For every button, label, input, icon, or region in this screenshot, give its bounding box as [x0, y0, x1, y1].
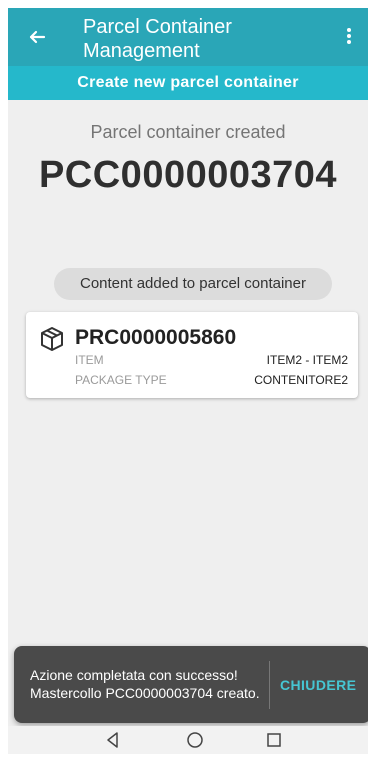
- back-button[interactable]: [26, 26, 48, 48]
- more-vertical-icon[interactable]: [342, 26, 356, 48]
- parcel-code: PRC0000005860: [75, 326, 237, 349]
- triangle-back-icon[interactable]: [104, 731, 122, 749]
- subtitle-bar: Create new parcel container: [8, 66, 368, 100]
- arrow-left-icon: [29, 30, 46, 44]
- app-bar: Parcel Container Management: [8, 8, 368, 66]
- close-snackbar-button[interactable]: CHIUDERE: [280, 677, 356, 693]
- container-code: PCC0000003704: [38, 154, 338, 196]
- item-label: ITEM: [75, 353, 104, 367]
- page-title: Parcel Container Management: [83, 16, 232, 62]
- app-screen: Parcel Container Management Create new p…: [8, 8, 368, 754]
- snackbar: Azione completata con successo! Masterco…: [14, 646, 368, 723]
- item-value: ITEM2 - ITEM2: [266, 353, 348, 367]
- system-navigation-bar: [8, 726, 368, 754]
- snackbar-divider: [269, 661, 270, 709]
- parcel-card[interactable]: PRC0000005860 ITEM ITEM2 - ITEM2 PACKAGE…: [26, 312, 358, 398]
- created-label: Parcel container created: [90, 122, 286, 142]
- snackbar-message: Azione completata con successo! Masterco…: [30, 667, 260, 701]
- package-type-label: PACKAGE TYPE: [75, 373, 167, 387]
- square-recent-icon[interactable]: [265, 731, 283, 749]
- package-icon: [41, 327, 63, 351]
- package-type-value: CONTENITORE2: [254, 373, 348, 387]
- circle-home-icon[interactable]: [186, 731, 204, 749]
- content-added-chip: Content added to parcel container: [54, 268, 332, 300]
